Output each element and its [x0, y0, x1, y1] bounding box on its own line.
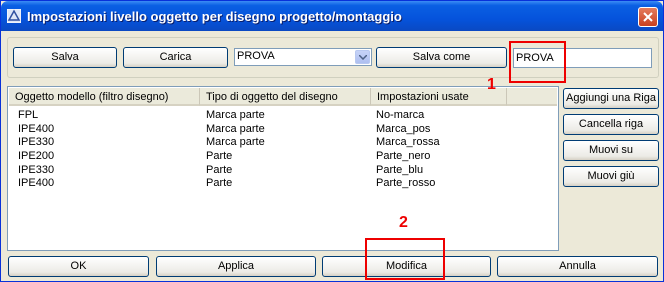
app-icon	[7, 9, 21, 23]
apply-button[interactable]: Applica	[156, 256, 316, 277]
annotation-box-2	[365, 238, 445, 280]
close-button[interactable]	[638, 7, 658, 27]
title-bar: Impostazioni livello oggetto per disegno…	[1, 1, 663, 31]
combo-value: PROVA	[237, 50, 275, 62]
table-row[interactable]: IPE200 Parte Parte_nero	[9, 150, 557, 164]
dialog-window: Impostazioni livello oggetto per disegno…	[0, 0, 664, 282]
move-up-button[interactable]: Muovi su	[563, 140, 659, 161]
add-row-button[interactable]: Aggiungi una Riga	[563, 88, 659, 109]
column-header-filler	[507, 88, 557, 106]
table-row[interactable]: IPE400 Parte Parte_rosso	[9, 177, 557, 191]
move-down-button[interactable]: Muovi giù	[563, 166, 659, 187]
cancel-button[interactable]: Annulla	[497, 256, 658, 277]
window-title: Impostazioni livello oggetto per disegno…	[27, 9, 402, 24]
column-header-model-object[interactable]: Oggetto modello (filtro disegno)	[9, 88, 200, 106]
table-row[interactable]: IPE400 Marca parte Marca_pos	[9, 123, 557, 137]
save-button[interactable]: Salva	[13, 47, 117, 68]
table-row[interactable]: IPE330 Marca parte Marca_rossa	[9, 136, 557, 150]
save-as-button[interactable]: Salva come	[376, 47, 507, 68]
object-list[interactable]: Oggetto modello (filtro disegno) Tipo di…	[7, 86, 559, 251]
combo-dropdown-button[interactable]	[355, 50, 370, 64]
annotation-label-2: 2	[399, 214, 408, 231]
annotation-label-1: 1	[487, 76, 496, 93]
column-header-drawing-object-type[interactable]: Tipo di oggetto del disegno	[200, 88, 371, 106]
ok-button[interactable]: OK	[8, 256, 149, 277]
load-button[interactable]: Carica	[123, 47, 228, 68]
close-icon	[643, 12, 653, 22]
chevron-down-icon	[359, 55, 367, 60]
annotation-box-1	[509, 41, 566, 83]
table-row[interactable]: IPE330 Parte Parte_blu	[9, 164, 557, 178]
delete-row-button[interactable]: Cancella riga	[563, 114, 659, 135]
settings-combo[interactable]: PROVA	[234, 48, 372, 66]
table-row[interactable]: FPL Marca parte No-marca	[9, 109, 557, 123]
